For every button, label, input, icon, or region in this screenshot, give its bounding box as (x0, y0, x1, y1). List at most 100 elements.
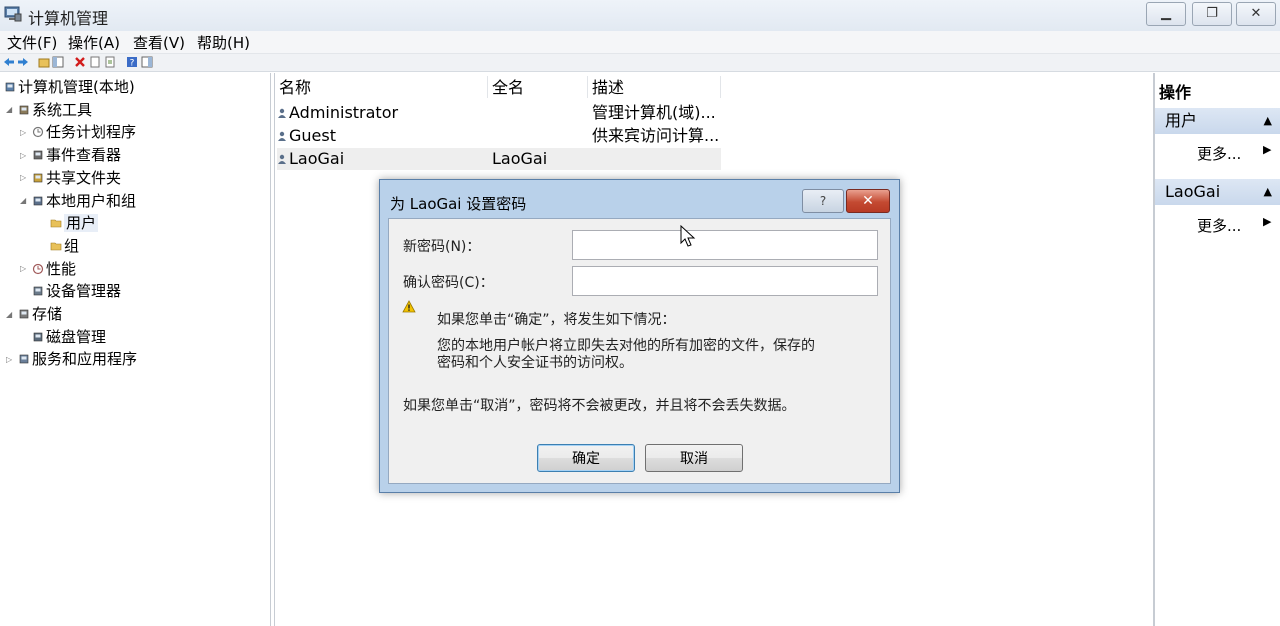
tree-item[interactable]: 计算机管理(本地) (4, 76, 135, 98)
tree-item[interactable]: 设备管理器 (20, 280, 121, 302)
close-icon: ✕ (1250, 6, 1262, 21)
tree-item[interactable]: ▷ 性能 (20, 258, 76, 280)
tree-item-label: 共享文件夹 (46, 168, 122, 187)
user-icon (278, 154, 286, 164)
folder-icon (50, 236, 62, 251)
restore-button[interactable]: ❐ (1192, 2, 1232, 26)
more-actions-laogai[interactable]: 更多... ▶ (1197, 215, 1271, 236)
menu-file[interactable]: 文件(F) (7, 32, 57, 53)
toolbar: ? (0, 54, 1280, 72)
confirm-password-input[interactable] (572, 266, 878, 296)
chevron-right-icon: ▶ (1263, 215, 1272, 228)
tree-item[interactable]: ◢ 系统工具 (6, 99, 92, 121)
tree-item[interactable]: ▷ 任务计划程序 (20, 121, 136, 143)
folder-icon (50, 213, 62, 228)
menu-view[interactable]: 查看(V) (133, 32, 185, 53)
expanded-arrow-icon[interactable]: ◢ (20, 190, 32, 212)
cancel-button[interactable]: 取消 (645, 444, 743, 472)
back-arrow-icon[interactable] (3, 56, 15, 68)
dialog-help-button[interactable]: ? (802, 189, 844, 213)
actions-title: 操作 (1159, 83, 1192, 102)
column-separator[interactable] (720, 76, 721, 98)
properties-icon[interactable] (89, 56, 101, 68)
mouse-cursor-icon (680, 225, 696, 247)
section-label: 用户 (1165, 111, 1198, 130)
column-header-fullname[interactable]: 全名 (492, 77, 524, 99)
dialog-body: 新密码(N)： 确认密码(C)： 如果您单击“确定”，将发生如下情况： 您的本地… (388, 218, 891, 484)
ok-button[interactable]: 确定 (537, 444, 635, 472)
forward-arrow-icon[interactable] (17, 56, 29, 68)
tree-item-label: 性能 (46, 259, 77, 278)
set-password-dialog: 为 LaoGai 设置密码 ? ✕ 新密码(N)： 确认密码(C)： 如果您单击… (379, 179, 900, 493)
collapsed-arrow-icon[interactable]: ▷ (20, 122, 32, 144)
tree-item[interactable]: ▷ 事件查看器 (20, 144, 121, 166)
table-row-guest[interactable]: Guest 供来宾访问计算... (277, 125, 721, 147)
tree-item[interactable]: ▷ 共享文件夹 (20, 167, 121, 189)
new-password-label: 新密码(N)： (403, 239, 481, 255)
tools-icon (18, 100, 30, 114)
section-label: LaoGai (1165, 182, 1221, 201)
tree-item[interactable]: 磁盘管理 (20, 326, 106, 348)
confirm-password-label: 确认密码(C)： (403, 275, 494, 291)
expanded-arrow-icon[interactable]: ◢ (6, 304, 18, 326)
table-row-laogai[interactable]: LaoGai LaoGai (277, 148, 721, 170)
new-password-input[interactable] (572, 230, 878, 260)
show-hide-tree-icon[interactable] (52, 56, 64, 68)
chevron-right-icon: ▶ (1263, 143, 1272, 156)
collapsed-arrow-icon[interactable]: ▷ (20, 145, 32, 167)
export-list-icon[interactable] (104, 56, 116, 68)
warning-icon (402, 300, 416, 313)
menu-help[interactable]: 帮助(H) (197, 32, 250, 53)
collapsed-arrow-icon[interactable]: ▷ (20, 258, 32, 280)
user-icon (278, 108, 286, 118)
computer-icon (4, 77, 16, 92)
tree-item-label: 服务和应用程序 (32, 350, 138, 369)
collapsed-arrow-icon[interactable]: ▷ (6, 349, 18, 371)
tree-item[interactable]: 组 (38, 235, 79, 257)
column-separator[interactable] (487, 76, 488, 98)
user-fullname: LaoGai (492, 149, 548, 168)
expanded-arrow-icon[interactable]: ◢ (6, 99, 18, 121)
storage-icon (18, 304, 30, 319)
close-button[interactable]: ✕ (1236, 2, 1276, 26)
collapse-up-icon: ▲ (1263, 114, 1272, 127)
dialog-title: 为 LaoGai 设置密码 (390, 195, 527, 213)
tree-item-label: 事件查看器 (46, 146, 122, 165)
actions-section-laogai[interactable]: LaoGai ▲ (1155, 179, 1280, 205)
column-header-description[interactable]: 描述 (592, 77, 624, 99)
tree-item[interactable]: ▷ 服务和应用程序 (6, 348, 137, 370)
more-actions-users[interactable]: 更多... ▶ (1197, 143, 1271, 164)
help-icon[interactable]: ? (126, 56, 138, 68)
collapse-up-icon: ▲ (1263, 185, 1272, 198)
shared-folder-icon (32, 168, 44, 183)
warning-line-2: 密码和个人安全证书的访问权。 (437, 355, 633, 371)
clock-icon (32, 122, 44, 138)
tree-item[interactable]: ◢ 本地用户和组 (20, 190, 136, 212)
computer-management-icon (4, 6, 22, 22)
tree-item[interactable]: 用户 (38, 212, 99, 234)
dialog-close-button[interactable]: ✕ (846, 189, 890, 213)
warning-line-1: 您的本地用户帐户将立即失去对他的所有加密的文件，保存的 (437, 338, 815, 354)
column-header-name[interactable]: 名称 (279, 77, 311, 99)
table-row-administrator[interactable]: Administrator 管理计算机(域)... (277, 102, 721, 124)
delete-icon[interactable] (74, 56, 86, 68)
warning-heading: 如果您单击“确定”，将发生如下情况： (437, 312, 676, 328)
close-icon: ✕ (862, 193, 874, 209)
action-pane-icon[interactable] (141, 56, 153, 68)
navigation-tree: 计算机管理(本地) ◢ 系统工具 ▷ 任务计划程序 ▷ 事件查看器 ▷ 共享文件夹 ◢ 本地用户和组… (0, 73, 271, 626)
user-description: 管理计算机(域)... (592, 103, 716, 122)
column-separator[interactable] (587, 76, 588, 98)
user-name: Administrator (289, 103, 399, 122)
up-folder-icon[interactable] (38, 56, 50, 68)
tree-item[interactable]: ◢ 存储 (6, 303, 62, 325)
menu-action[interactable]: 操作(A) (68, 32, 120, 53)
minimize-button[interactable]: ▁ (1146, 2, 1186, 26)
tree-item-label: 存储 (32, 305, 63, 323)
actions-section-users[interactable]: 用户 ▲ (1155, 108, 1280, 134)
menu-bar: 文件(F) 操作(A) 查看(V) 帮助(H) (0, 31, 1280, 54)
svg-text:?: ? (130, 59, 135, 69)
tree-item-label: 设备管理器 (46, 282, 122, 301)
restore-icon: ❐ (1206, 6, 1218, 21)
device-manager-icon (32, 281, 44, 296)
collapsed-arrow-icon[interactable]: ▷ (20, 167, 32, 189)
